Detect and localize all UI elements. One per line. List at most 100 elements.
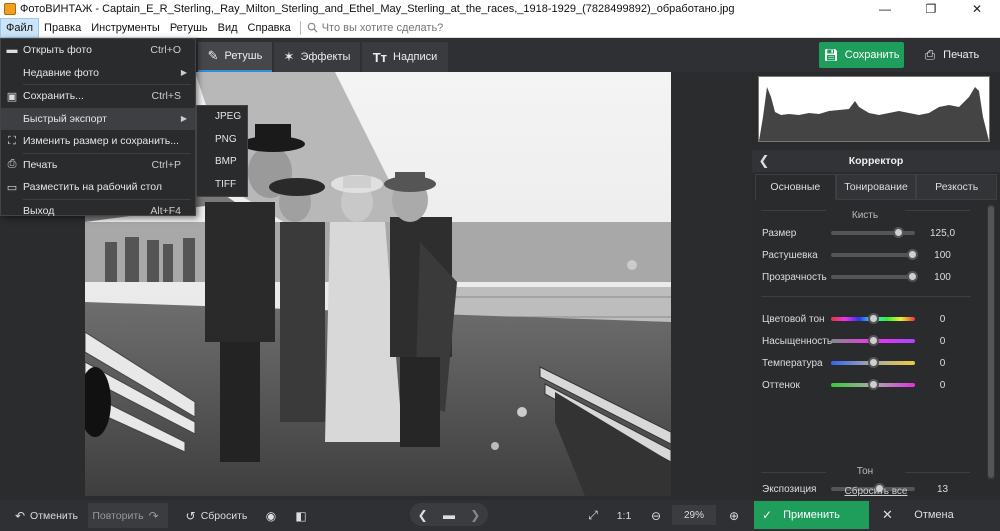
menu-item-open[interactable]: ▬ Открыть фото Ctrl+O bbox=[1, 39, 195, 62]
slider-brush-0[interactable]: Размер 125,0 bbox=[755, 225, 985, 241]
menu-item-set-wallpaper[interactable]: ▭ Разместить на рабочий стол bbox=[1, 176, 195, 199]
tab-sharpness[interactable]: Резкость bbox=[916, 174, 998, 200]
slider-label: Цветовой тон bbox=[762, 313, 825, 325]
slider-handle[interactable] bbox=[906, 271, 918, 282]
menu-tools[interactable]: Инструменты bbox=[86, 18, 165, 38]
open-folder-icon[interactable]: ▬ bbox=[443, 508, 455, 522]
slider-track[interactable] bbox=[831, 357, 915, 368]
menu-item-quick-export[interactable]: Быстрый экспорт ▶ bbox=[1, 107, 195, 130]
brush-icon: ✎ bbox=[207, 48, 219, 63]
export-jpeg[interactable]: JPEG bbox=[197, 106, 247, 129]
menu-item-open-label: Открыть фото bbox=[23, 44, 92, 57]
panel-tabs: Основные Тонирование Резкость bbox=[755, 174, 998, 200]
slider-brush-1[interactable]: Растушевка 100 bbox=[755, 247, 985, 263]
preview-eye-button[interactable]: ◉ bbox=[260, 503, 282, 528]
tab-effects[interactable]: ✶ Эффекты bbox=[274, 42, 360, 72]
fit-screen-button[interactable]: ⤢ bbox=[582, 503, 604, 528]
menu-item-exit[interactable]: Выход Alt+F4 bbox=[1, 200, 195, 223]
close-icon: ✕ bbox=[882, 507, 893, 522]
scrollbar-thumb[interactable] bbox=[988, 206, 994, 478]
slider-color-3[interactable]: Оттенок 0 bbox=[755, 377, 985, 393]
search-input[interactable] bbox=[321, 21, 482, 34]
apply-button[interactable]: ✓ Применить bbox=[754, 501, 869, 529]
slider-track[interactable] bbox=[831, 313, 915, 324]
panel-scrollbar[interactable] bbox=[987, 204, 995, 480]
window-title: ФотоВИНТАЖ - Captain_E_R_Sterling,_Ray_M… bbox=[20, 3, 735, 15]
slider-color-0[interactable]: Цветовой тон 0 bbox=[755, 311, 985, 327]
slider-value: 100 bbox=[934, 249, 951, 261]
zoom-in-button[interactable]: ⊕ bbox=[723, 503, 745, 528]
slider-track[interactable] bbox=[831, 271, 918, 282]
next-image-icon[interactable]: ❯ bbox=[470, 508, 480, 522]
prev-image-icon[interactable]: ❮ bbox=[418, 508, 428, 522]
slider-value: 0 bbox=[939, 335, 946, 347]
menu-retouch[interactable]: Ретушь bbox=[165, 18, 213, 38]
slider-handle[interactable] bbox=[868, 313, 879, 324]
actual-size-button[interactable]: 1:1 bbox=[612, 503, 636, 528]
slider-color-1[interactable]: Насыщенность 0 bbox=[755, 333, 985, 349]
reset-all-link[interactable]: Сбросить все bbox=[752, 486, 1000, 497]
actual-size-label: 1:1 bbox=[616, 509, 632, 522]
quick-export-submenu: JPEG PNG BMP TIFF bbox=[196, 105, 248, 197]
slider-color-2[interactable]: Температура 0 bbox=[755, 355, 985, 371]
slider-handle[interactable] bbox=[868, 335, 879, 346]
tab-captions[interactable]: Tт Надписи bbox=[362, 42, 448, 72]
zoom-level[interactable]: 29% bbox=[672, 505, 716, 525]
export-bmp[interactable]: BMP bbox=[197, 151, 247, 174]
zoom-out-button[interactable]: ⊖ bbox=[645, 503, 667, 528]
search-icon bbox=[307, 22, 318, 33]
maximize-button[interactable]: ❐ bbox=[908, 0, 954, 18]
menu-item-open-shortcut: Ctrl+O bbox=[150, 44, 181, 57]
compare-button[interactable]: ◧ bbox=[290, 503, 312, 528]
print-button[interactable]: ⎙ Печать bbox=[908, 42, 996, 68]
tab-retouch[interactable]: ✎ Ретушь bbox=[198, 42, 272, 72]
menu-edit[interactable]: Правка bbox=[39, 18, 86, 38]
tab-toning[interactable]: Тонирование bbox=[835, 174, 917, 200]
floppy-icon: 💾︎ bbox=[823, 48, 839, 62]
close-button[interactable]: ✕ bbox=[954, 0, 1000, 18]
slider-handle[interactable] bbox=[868, 357, 879, 368]
panel-body: Кисть Размер 125,0 Растушевка 100 Прозрачнос… bbox=[755, 200, 985, 531]
menu-item-save[interactable]: ▣ Сохранить... Ctrl+S bbox=[1, 85, 195, 108]
back-arrow-icon[interactable]: ❮ bbox=[752, 153, 776, 169]
menu-item-exit-label: Выход bbox=[23, 204, 55, 217]
slider-label: Растушевка bbox=[762, 249, 818, 261]
menu-item-save-shortcut: Ctrl+S bbox=[151, 90, 181, 103]
command-search bbox=[299, 20, 482, 35]
reset-button[interactable]: ↺ Сбросить bbox=[180, 503, 248, 528]
undo-button[interactable]: ↶ Отменить bbox=[8, 503, 80, 528]
save-button[interactable]: 💾︎ Сохранить bbox=[819, 42, 904, 68]
slider-track[interactable] bbox=[831, 379, 915, 390]
apply-label: Применить bbox=[783, 509, 840, 521]
menu-item-recent[interactable]: Недавние фото ▶ bbox=[1, 62, 195, 85]
compare-icon: ◧ bbox=[295, 508, 307, 523]
slider-brush-2[interactable]: Прозрачность 100 bbox=[755, 269, 985, 285]
redo-button[interactable]: Повторить ↷ bbox=[88, 503, 168, 528]
slider-track[interactable] bbox=[831, 249, 918, 260]
slider-label: Прозрачность bbox=[762, 271, 827, 283]
section-divider bbox=[761, 296, 971, 297]
export-png[interactable]: PNG bbox=[197, 129, 247, 152]
slider-handle[interactable] bbox=[906, 249, 918, 260]
redo-icon: ↷ bbox=[148, 508, 159, 523]
menu-item-print[interactable]: ⎙ Печать Ctrl+P bbox=[1, 154, 195, 177]
file-menu-dropdown: ▬ Открыть фото Ctrl+O Недавние фото ▶ ▣ … bbox=[0, 38, 196, 217]
menu-item-quick-export-label: Быстрый экспорт bbox=[23, 112, 107, 125]
slider-handle[interactable] bbox=[893, 227, 905, 238]
minimize-button[interactable]: — bbox=[862, 0, 908, 18]
undo-icon: ↶ bbox=[14, 508, 26, 523]
slider-track[interactable] bbox=[831, 227, 915, 238]
cancel-label: Отмена bbox=[914, 509, 954, 521]
print-button-label: Печать bbox=[943, 49, 980, 61]
tab-basic[interactable]: Основные bbox=[755, 174, 836, 200]
export-tiff[interactable]: TIFF bbox=[197, 174, 247, 197]
menu-view[interactable]: Вид bbox=[213, 18, 243, 38]
menu-file[interactable]: Файл bbox=[0, 17, 40, 38]
folder-icon: ▬ bbox=[6, 44, 18, 57]
slider-track[interactable] bbox=[831, 335, 915, 346]
cancel-button[interactable]: ✕ Отмена bbox=[872, 501, 996, 529]
menu-help[interactable]: Справка bbox=[243, 18, 296, 38]
slider-handle[interactable] bbox=[868, 379, 879, 390]
zoom-in-icon: ⊕ bbox=[728, 508, 740, 523]
menu-item-resize-save[interactable]: ⛶ Изменить размер и сохранить... bbox=[1, 130, 195, 153]
